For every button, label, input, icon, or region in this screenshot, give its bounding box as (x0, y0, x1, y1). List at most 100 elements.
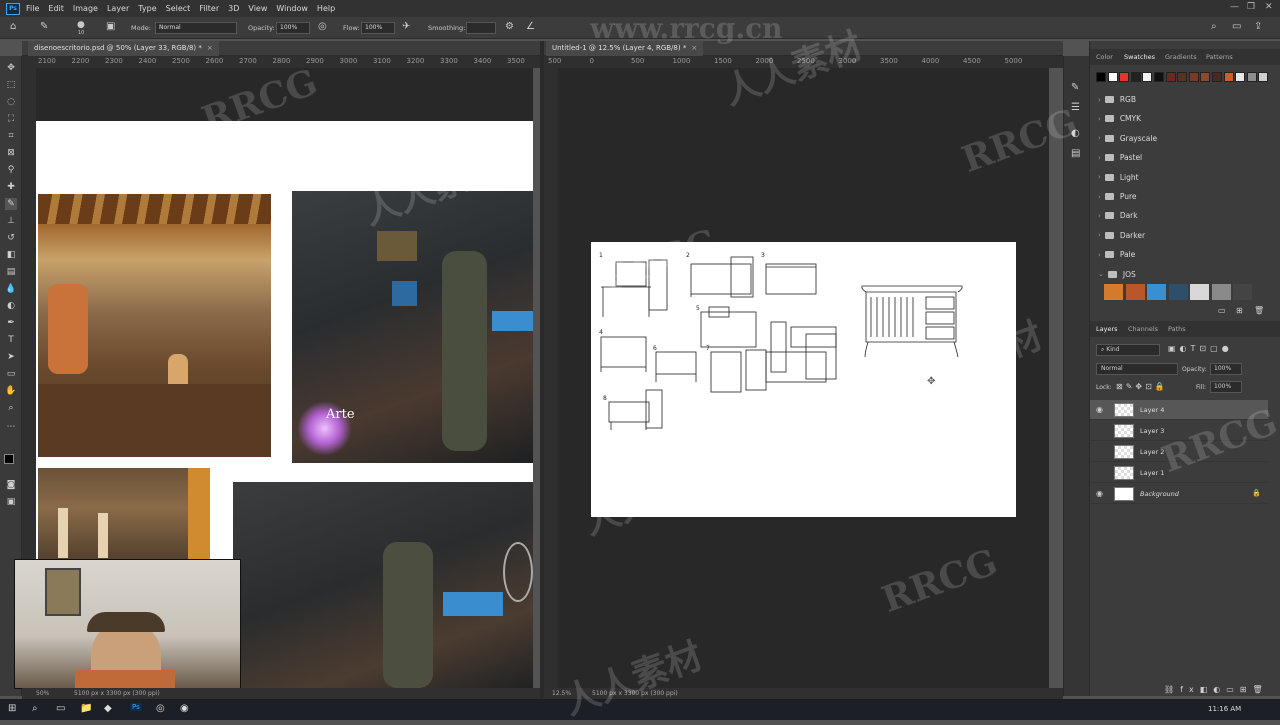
tab-layers[interactable]: Layers (1096, 325, 1118, 333)
gear-icon[interactable]: ⚙ (505, 21, 514, 32)
move-tool-icon[interactable]: ✥ (5, 62, 17, 74)
chrome-icon[interactable]: ◉ (180, 703, 189, 714)
right-canvas-area[interactable]: 1 2 3 4 5 6 7 8 ✥ (558, 68, 1049, 688)
healing-tool-icon[interactable]: ✚ (5, 181, 17, 193)
tab-disenoescritorio[interactable]: disenoescritorio.psd @ 50% (Layer 33, RG… (28, 41, 219, 56)
hand-tool-icon[interactable]: ✋ (5, 385, 17, 397)
workspace-icon[interactable]: ▭ (1232, 21, 1241, 32)
search-icon[interactable]: ⌕ (1211, 21, 1217, 32)
menu-select[interactable]: Select (166, 4, 191, 13)
shape-tool-icon[interactable]: ▭ (5, 368, 17, 380)
right-zoom-level[interactable]: 12.5% (552, 690, 571, 697)
angle-icon[interactable]: ∠ (526, 21, 535, 32)
chevron-icon[interactable]: › (1098, 154, 1101, 162)
color-swatch[interactable] (1212, 72, 1222, 82)
home-icon[interactable]: ⌂ (10, 21, 16, 32)
layer-row-4[interactable]: ◉ Layer 4 (1090, 400, 1268, 420)
mode-select[interactable]: Normal (155, 22, 237, 34)
eraser-tool-icon[interactable]: ◧ (5, 249, 17, 261)
swatch-group[interactable]: › Pale (1098, 245, 1268, 264)
foreground-color-swatch[interactable] (4, 454, 14, 464)
new-group-icon[interactable]: ▭ (1218, 306, 1226, 315)
left-zoom-level[interactable]: 50% (36, 690, 49, 697)
tab-swatches[interactable]: Swatches (1124, 53, 1155, 61)
crop-tool-icon[interactable]: ⌗ (5, 130, 17, 142)
color-swatch[interactable] (1165, 72, 1176, 82)
layer-row-background[interactable]: ◉ Background 🔒 (1090, 484, 1268, 504)
share-icon[interactable]: ⇪ (1254, 21, 1262, 32)
lock-icons[interactable]: ⊠✎✥⊡🔒 (1116, 382, 1168, 391)
screen-mode-icon[interactable]: ▣ (5, 496, 17, 508)
frame-tool-icon[interactable]: ⊠ (5, 147, 17, 159)
chevron-icon[interactable]: › (1098, 115, 1101, 123)
history-brush-icon[interactable]: ↺ (5, 232, 17, 244)
adjustments-panel-icon[interactable]: ◐ (1071, 128, 1080, 139)
stamp-tool-icon[interactable]: ⊥ (5, 215, 17, 227)
photoshop-taskbar-icon[interactable]: Ps (130, 703, 142, 711)
airbrush-icon[interactable]: ✈ (402, 21, 410, 32)
quick-mask-icon[interactable]: ◙ (5, 479, 17, 491)
new-swatch-icon[interactable]: ⊞ (1236, 306, 1243, 315)
pen-tool-icon[interactable]: ✒ (5, 317, 17, 329)
lasso-tool-icon[interactable]: ◌ (5, 96, 17, 108)
chevron-icon[interactable]: › (1098, 134, 1101, 142)
tab-channels[interactable]: Channels (1128, 325, 1158, 333)
color-swatch[interactable] (1096, 72, 1106, 82)
fill-field[interactable]: 100% (1210, 381, 1242, 393)
color-swatch[interactable] (1130, 72, 1141, 82)
swatch-group[interactable]: › Dark (1098, 206, 1268, 225)
photoshop-logo[interactable]: Ps (6, 2, 20, 15)
menu-image[interactable]: Image (73, 4, 98, 13)
blend-mode-select[interactable]: Normal (1096, 363, 1178, 375)
jos-swatch[interactable] (1233, 284, 1252, 300)
color-swatch[interactable] (1119, 72, 1130, 82)
swatch-group[interactable]: ⌄ JOS (1098, 265, 1268, 284)
dodge-tool-icon[interactable]: ◐ (5, 300, 17, 312)
visibility-eye-icon[interactable]: ◉ (1096, 405, 1103, 414)
color-swatch[interactable] (1177, 72, 1188, 82)
opacity-field[interactable]: 100% (276, 22, 310, 34)
swatch-group[interactable]: › RGB (1098, 90, 1268, 109)
menu-layer[interactable]: Layer (107, 4, 129, 13)
visibility-eye-icon[interactable]: ◉ (1096, 489, 1103, 498)
layer-row-2[interactable]: Layer 2 (1090, 442, 1268, 462)
layer-opacity-field[interactable]: 100% (1210, 363, 1242, 375)
chevron-icon[interactable]: › (1098, 212, 1101, 220)
tab-gradients[interactable]: Gradients (1165, 53, 1197, 61)
blur-tool-icon[interactable]: 💧 (5, 283, 17, 295)
app-icon[interactable]: ◆ (104, 703, 112, 714)
tab-paths[interactable]: Paths (1168, 325, 1186, 333)
delete-swatch-icon[interactable]: 🗑 (1254, 306, 1264, 315)
menu-filter[interactable]: Filter (199, 4, 219, 13)
brush-panel-icon[interactable]: ▣ (106, 21, 115, 32)
chevron-icon[interactable]: › (1098, 251, 1101, 259)
jos-swatch[interactable] (1104, 284, 1123, 300)
gradient-tool-icon[interactable]: ▤ (5, 266, 17, 278)
menu-file[interactable]: File (26, 4, 39, 13)
chevron-icon[interactable]: › (1098, 173, 1101, 181)
color-swatch[interactable] (1246, 72, 1257, 82)
jos-swatch[interactable] (1147, 284, 1166, 300)
color-swatch[interactable] (1235, 72, 1246, 82)
smoothing-field[interactable] (466, 22, 496, 34)
quick-select-tool-icon[interactable]: ⛶ (5, 113, 17, 125)
tab-untitled-1[interactable]: Untitled-1 @ 12.5% (Layer 4, RGB/8) * × (546, 41, 704, 56)
tab-close-icon[interactable]: × (691, 44, 697, 52)
properties-panel-icon[interactable]: ☰ (1071, 102, 1080, 113)
color-swatch[interactable] (1200, 72, 1211, 82)
menu-window[interactable]: Window (276, 4, 308, 13)
taskbar-search-icon[interactable]: ⌕ (32, 703, 38, 714)
swatch-group[interactable]: › Pure (1098, 187, 1268, 206)
minimize-icon[interactable]: — (1230, 2, 1239, 12)
brush-tool-icon[interactable]: ✎ (40, 21, 48, 32)
color-swatch[interactable] (1107, 72, 1118, 82)
zoom-tool-icon[interactable]: ⌕ (5, 402, 17, 414)
chevron-icon[interactable]: › (1098, 96, 1101, 104)
sketch-canvas[interactable]: 1 2 3 4 5 6 7 8 ✥ (591, 242, 1016, 517)
swatch-group[interactable]: › Light (1098, 168, 1268, 187)
menu-help[interactable]: Help (317, 4, 335, 13)
close-icon[interactable]: ✕ (1265, 2, 1273, 12)
task-view-icon[interactable]: ▭ (56, 703, 65, 714)
layer-row-3[interactable]: Layer 3 (1090, 421, 1268, 441)
path-select-icon[interactable]: ➤ (5, 351, 17, 363)
